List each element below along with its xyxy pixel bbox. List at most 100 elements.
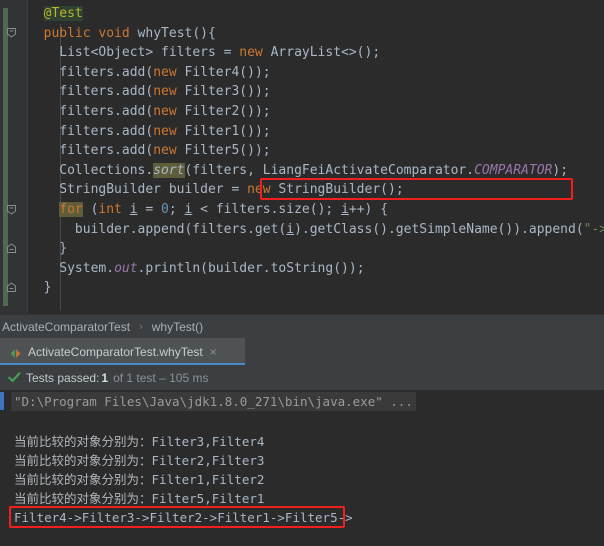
vcs-change-stripe bbox=[3, 8, 8, 306]
code-token: = bbox=[137, 201, 162, 217]
code-token: COMPARATOR bbox=[474, 162, 553, 178]
code-line: filters.add(new Filter1()); bbox=[28, 122, 604, 142]
code-token: new bbox=[239, 45, 263, 61]
code-token: new bbox=[153, 64, 177, 80]
code-token: filters.add( bbox=[59, 64, 154, 80]
ide-window: @Test public void whyTest(){List<Object> … bbox=[0, 0, 604, 546]
code-token: Collections. bbox=[59, 162, 154, 178]
code-line: } bbox=[28, 239, 604, 259]
code-token: "->" bbox=[583, 221, 604, 237]
console-line-value: Filter5,Filter1 bbox=[151, 491, 265, 506]
code-token: 0 bbox=[161, 201, 169, 217]
console-line-value: Filter2,Filter3 bbox=[151, 453, 265, 468]
code-line: for (int i = 0; i < filters.size(); i++)… bbox=[28, 200, 604, 220]
code-editor[interactable]: @Test public void whyTest(){List<Object> … bbox=[0, 0, 604, 314]
code-token: Filter4()); bbox=[176, 64, 271, 80]
run-configuration-icon bbox=[9, 345, 22, 358]
console-line-value: Filter1,Filter2 bbox=[151, 472, 265, 487]
console-result-line: Filter4->Filter3->Filter2->Filter1->Filt… bbox=[14, 510, 353, 525]
code-line: StringBuilder builder = new StringBuilde… bbox=[28, 180, 604, 200]
code-line: @Test bbox=[28, 4, 604, 24]
code-token: sort bbox=[153, 162, 185, 178]
code-token: int bbox=[98, 201, 122, 217]
code-token: ).getClass().getSimpleName()).append( bbox=[294, 221, 584, 237]
code-token: ); bbox=[552, 162, 569, 178]
console-command-line: "D:\Program Files\Java\jdk1.8.0_271\bin\… bbox=[11, 392, 416, 411]
fold-collapse-icon[interactable] bbox=[6, 204, 17, 215]
code-token: ; bbox=[168, 201, 185, 217]
code-token: } bbox=[59, 241, 68, 257]
code-token: for bbox=[59, 201, 83, 217]
code-token: < filters.size(); bbox=[192, 201, 342, 217]
tab-activatecomparatortest-whytest[interactable]: ActivateComparatorTest.whyTest × bbox=[0, 338, 245, 365]
code-line: filters.add(new Filter5()); bbox=[28, 141, 604, 161]
code-token: new bbox=[153, 103, 177, 119]
breadcrumb-method[interactable]: whyTest() bbox=[150, 320, 205, 334]
code-token: Filter2()); bbox=[176, 103, 271, 119]
console-line: 当前比较的对象分别为：Filter5,Filter1 bbox=[14, 489, 264, 508]
breadcrumb[interactable]: ActivateComparatorTest › whyTest() bbox=[0, 314, 604, 339]
console-line-label: 当前比较的对象分别为： bbox=[14, 472, 152, 487]
code-token: filters.add( bbox=[59, 103, 154, 119]
code-line: builder.append(filters.get(i).getClass()… bbox=[28, 220, 604, 240]
tests-passed-count: 1 bbox=[101, 370, 109, 385]
code-token: StringBuilder(); bbox=[270, 182, 404, 198]
console-line-value: Filter3,Filter4 bbox=[151, 434, 265, 449]
code-token: filters.add( bbox=[59, 84, 154, 100]
code-lines[interactable]: @Test public void whyTest(){List<Object> … bbox=[28, 0, 604, 298]
code-token: i bbox=[286, 221, 295, 237]
code-token: whyTest(){ bbox=[129, 25, 216, 41]
console-output[interactable]: "D:\Program Files\Java\jdk1.8.0_271\bin\… bbox=[0, 390, 604, 546]
console-line: 当前比较的对象分别为：Filter1,Filter2 bbox=[14, 470, 264, 489]
console-line-label: 当前比较的对象分别为： bbox=[14, 453, 152, 468]
code-token: Filter5()); bbox=[176, 143, 271, 159]
code-token: Filter3()); bbox=[176, 84, 271, 100]
console-line-label: 当前比较的对象分别为： bbox=[14, 434, 152, 449]
code-token: (filters, LiangFeiActivateComparator. bbox=[184, 162, 475, 178]
breadcrumb-separator-icon: › bbox=[139, 321, 143, 333]
code-token: new bbox=[153, 84, 177, 100]
code-token: filters.add( bbox=[59, 123, 154, 139]
code-token: StringBuilder builder = bbox=[59, 182, 248, 198]
code-token: ++) { bbox=[348, 201, 389, 217]
code-token: } bbox=[43, 280, 52, 296]
code-token: builder.append(filters.get( bbox=[74, 221, 287, 237]
code-token: new bbox=[153, 143, 177, 159]
close-icon[interactable]: × bbox=[210, 345, 217, 359]
console-line: 当前比较的对象分别为：Filter2,Filter3 bbox=[14, 451, 264, 470]
code-token: @Test bbox=[43, 6, 83, 21]
console-line: 当前比较的对象分别为：Filter3,Filter4 bbox=[14, 432, 264, 451]
code-token: new bbox=[153, 123, 177, 139]
console-line-label: 当前比较的对象分别为： bbox=[14, 491, 152, 506]
fold-expand-icon[interactable] bbox=[6, 282, 17, 293]
breadcrumb-class[interactable]: ActivateComparatorTest bbox=[0, 320, 132, 334]
tab-label: ActivateComparatorTest.whyTest bbox=[28, 344, 203, 359]
code-line: System.out.println(builder.toString()); bbox=[28, 259, 604, 279]
code-token: ( bbox=[82, 201, 99, 217]
code-line: List<Object> filters = new ArrayList<>()… bbox=[28, 43, 604, 63]
fold-collapse-icon[interactable] bbox=[6, 27, 17, 38]
code-token: ArrayList<>(); bbox=[262, 45, 381, 61]
code-token: public bbox=[43, 25, 91, 41]
code-line: } bbox=[28, 278, 604, 298]
console-accent-bar bbox=[0, 392, 4, 410]
code-token: void bbox=[98, 25, 130, 41]
code-token: filters.add( bbox=[59, 143, 154, 159]
code-line: filters.add(new Filter2()); bbox=[28, 102, 604, 122]
test-status-bar: Tests passed: 1 of 1 test – 105 ms bbox=[0, 365, 604, 390]
code-token: i bbox=[129, 201, 138, 217]
code-token: i bbox=[341, 201, 349, 217]
tests-passed-detail: of 1 test – 105 ms bbox=[113, 370, 209, 385]
code-token: Filter1()); bbox=[176, 123, 271, 139]
fold-expand-icon[interactable] bbox=[6, 243, 17, 254]
tests-passed-label: Tests passed: bbox=[26, 370, 100, 385]
code-token: List<Object> filters = bbox=[59, 45, 240, 61]
code-line: filters.add(new Filter3()); bbox=[28, 82, 604, 102]
editor-gutter[interactable] bbox=[0, 0, 28, 314]
code-token: System. bbox=[59, 260, 115, 276]
code-line: Collections.sort(filters, LiangFeiActiva… bbox=[28, 161, 604, 181]
run-tool-tabbar[interactable]: ActivateComparatorTest.whyTest × bbox=[0, 338, 604, 365]
code-token: .println(builder.toString()); bbox=[137, 260, 365, 276]
code-token: new bbox=[247, 182, 271, 198]
code-line: public void whyTest(){ bbox=[28, 24, 604, 44]
